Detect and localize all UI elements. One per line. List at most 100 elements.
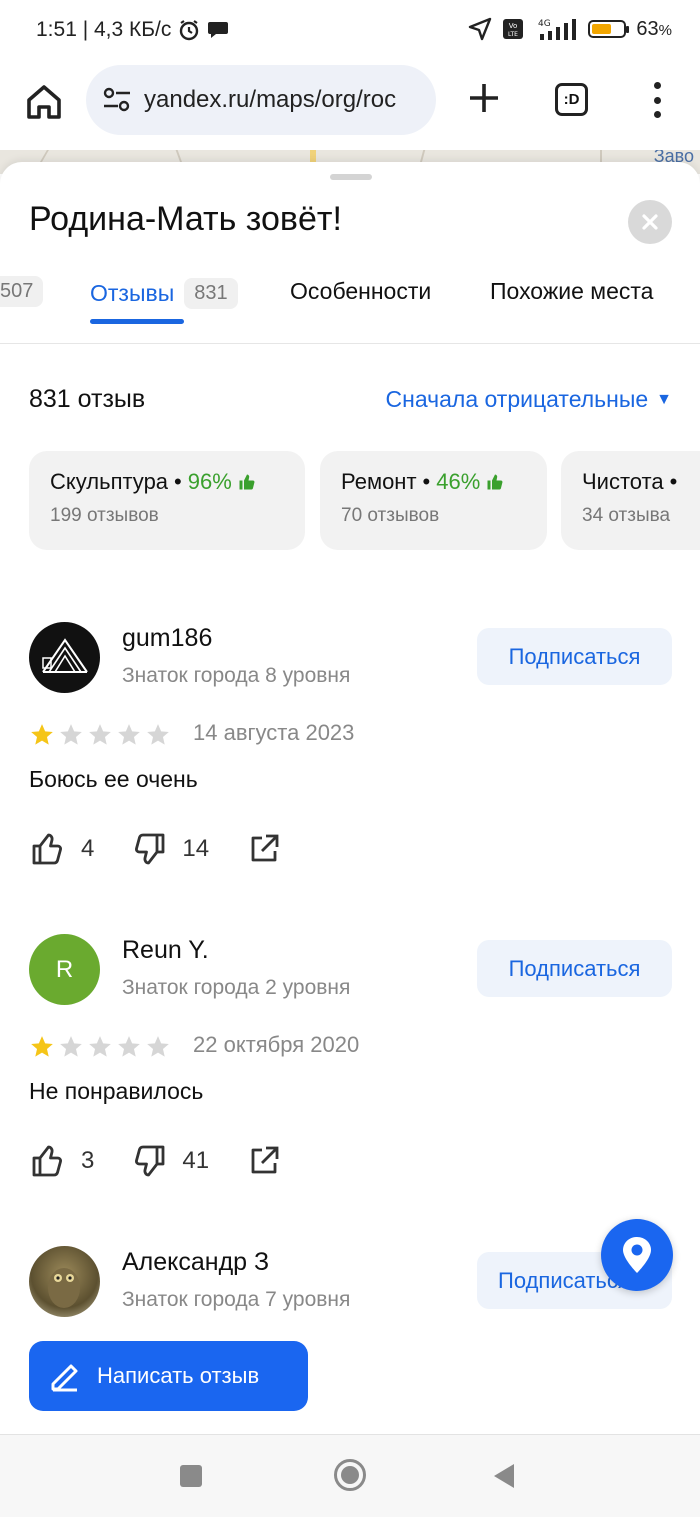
location-arrow-icon — [469, 17, 492, 41]
recents-icon[interactable] — [180, 1465, 202, 1487]
star-empty-icon — [89, 1036, 111, 1057]
aspect-name: Чистота — [582, 469, 664, 494]
review-actions: 3 41 — [29, 1142, 283, 1180]
tab-reviews-count: 831 — [184, 278, 238, 309]
thumb-down-icon[interactable] — [130, 830, 168, 868]
aspect-percent: 96% — [187, 469, 232, 494]
alarm-icon — [180, 20, 199, 41]
review-item: R Reun Y. Знаток города 2 уровня Подписа… — [0, 934, 700, 1177]
likes-count: 3 — [81, 1147, 95, 1174]
review-date: 22 октября 2020 — [193, 1032, 360, 1057]
place-title: Родина-Мать зовёт! — [29, 200, 342, 238]
share-icon[interactable] — [245, 1142, 283, 1180]
avatar[interactable] — [29, 1246, 100, 1317]
status-time: 1:51 | 4,3 КБ/с — [36, 18, 172, 41]
address-bar[interactable]: yandex.ru/maps/org/roc — [86, 65, 436, 135]
tab-reviews[interactable]: Отзывы 831 — [90, 278, 238, 309]
subscribe-button[interactable]: Подписаться — [477, 628, 672, 685]
aspect-chips: Скульптура • 96% 199 отзывов Ремонт • 46% 70… — [29, 451, 700, 551]
tab-features[interactable]: Особенности — [290, 278, 431, 305]
status-right: Vo LTE 4G 63% — [468, 17, 672, 41]
system-nav-bar — [0, 1434, 700, 1517]
signal-icon: 4G — [538, 19, 577, 40]
avatar-owl-icon — [48, 1268, 80, 1308]
close-icon — [642, 214, 658, 230]
star-empty-icon — [118, 1036, 140, 1057]
tab-photos-count: 507 — [0, 276, 44, 307]
battery-percent: 63% — [636, 17, 672, 40]
status-bar: 1:51 | 4,3 КБ/с Vo LTE 4G 63% — [0, 0, 700, 62]
tab-reviews-label: Отзывы — [90, 280, 175, 306]
thumb-down-icon[interactable] — [130, 1142, 168, 1180]
rating-stars — [29, 722, 171, 748]
star-empty-icon — [118, 724, 140, 745]
home-icon — [27, 85, 61, 119]
active-tab-indicator — [90, 319, 184, 324]
review-text: Не понравилось — [29, 1078, 204, 1104]
tab-features-label: Особенности — [290, 278, 432, 304]
review-item: Александр З Знаток города 7 уровня Подпи… — [0, 1246, 700, 1326]
write-review-label: Написать отзыв — [97, 1363, 260, 1388]
battery-icon — [588, 20, 630, 38]
sort-label: Сначала отрицательные — [385, 386, 649, 412]
star-empty-icon — [147, 1036, 169, 1057]
author-level: Знаток города 7 уровня — [122, 1288, 351, 1311]
site-settings-icon[interactable] — [102, 87, 132, 113]
star-empty-icon — [60, 1036, 82, 1057]
dislikes-count: 41 — [182, 1147, 210, 1174]
tabs-button[interactable]: :D — [555, 83, 588, 116]
thumb-up-icon — [487, 474, 503, 490]
more-menu-button[interactable] — [646, 82, 668, 118]
avatar-logo-icon — [42, 638, 88, 673]
volte-icon: VoLTE — [503, 19, 524, 39]
review-item: gum186 Знаток города 8 уровня Подписатьс… — [0, 622, 700, 865]
review-author[interactable]: Reun Y. — [122, 936, 209, 965]
dislikes-count: 14 — [182, 835, 210, 862]
review-text: Боюсь ее очень — [29, 766, 198, 792]
home-button[interactable] — [22, 80, 66, 124]
aspect-reviews: 70 отзывов — [341, 505, 440, 526]
share-icon[interactable] — [245, 830, 283, 868]
tab-similar-places[interactable]: Похожие места — [490, 278, 653, 305]
close-button[interactable] — [628, 200, 672, 244]
star-empty-icon — [60, 724, 82, 745]
author-level: Знаток города 2 уровня — [122, 976, 351, 999]
aspect-chip[interactable]: Чистота • 34 отзыва — [561, 451, 700, 550]
place-card-sheet: Родина-Мать зовёт! 507 Отзывы 831 Особен… — [0, 162, 700, 1434]
new-tab-button[interactable] — [462, 76, 506, 120]
svg-text:Vo: Vo — [509, 22, 518, 30]
aspect-name: Скульптура — [50, 469, 169, 494]
avatar[interactable] — [29, 622, 100, 693]
geo-location-button[interactable] — [601, 1219, 673, 1291]
rating-stars — [29, 1034, 171, 1060]
aspect-percent: 46% — [436, 469, 481, 494]
review-actions: 4 14 — [29, 830, 283, 868]
aspect-name: Ремонт — [341, 469, 417, 494]
url-text: yandex.ru/maps/org/roc — [144, 86, 397, 113]
chat-bubble-icon — [208, 22, 229, 38]
sheet-grabber[interactable] — [330, 174, 372, 180]
pencil-icon — [51, 1364, 78, 1392]
svg-text:4G: 4G — [538, 19, 551, 29]
review-author[interactable]: gum186 — [122, 624, 212, 653]
subscribe-button[interactable]: Подписаться — [477, 940, 672, 997]
review-author[interactable]: Александр З — [122, 1248, 269, 1277]
dropdown-arrow-icon: ▼ — [656, 390, 672, 408]
sort-dropdown[interactable]: Сначала отрицательные ▼ — [386, 386, 672, 413]
svg-text:LTE: LTE — [508, 31, 518, 38]
thumb-up-icon[interactable] — [29, 830, 67, 868]
thumb-up-icon — [239, 474, 255, 490]
tab-photos[interactable]: 507 — [0, 276, 44, 307]
avatar[interactable]: R — [29, 934, 100, 1005]
tabs-icon: :D — [563, 91, 580, 108]
home-nav-icon[interactable] — [334, 1459, 366, 1491]
aspect-chip[interactable]: Ремонт • 46% 70 отзывов — [320, 451, 547, 550]
back-icon[interactable] — [494, 1464, 514, 1488]
status-left: 1:51 | 4,3 КБ/с — [36, 18, 229, 42]
thumb-up-icon[interactable] — [29, 1142, 67, 1180]
aspect-chip[interactable]: Скульптура • 96% 199 отзывов — [29, 451, 305, 550]
aspect-reviews: 199 отзывов — [50, 505, 159, 526]
write-review-button[interactable]: Написать отзыв — [29, 1341, 308, 1411]
star-filled-icon — [31, 1036, 53, 1057]
browser-toolbar: yandex.ru/maps/org/roc :D — [0, 62, 700, 150]
